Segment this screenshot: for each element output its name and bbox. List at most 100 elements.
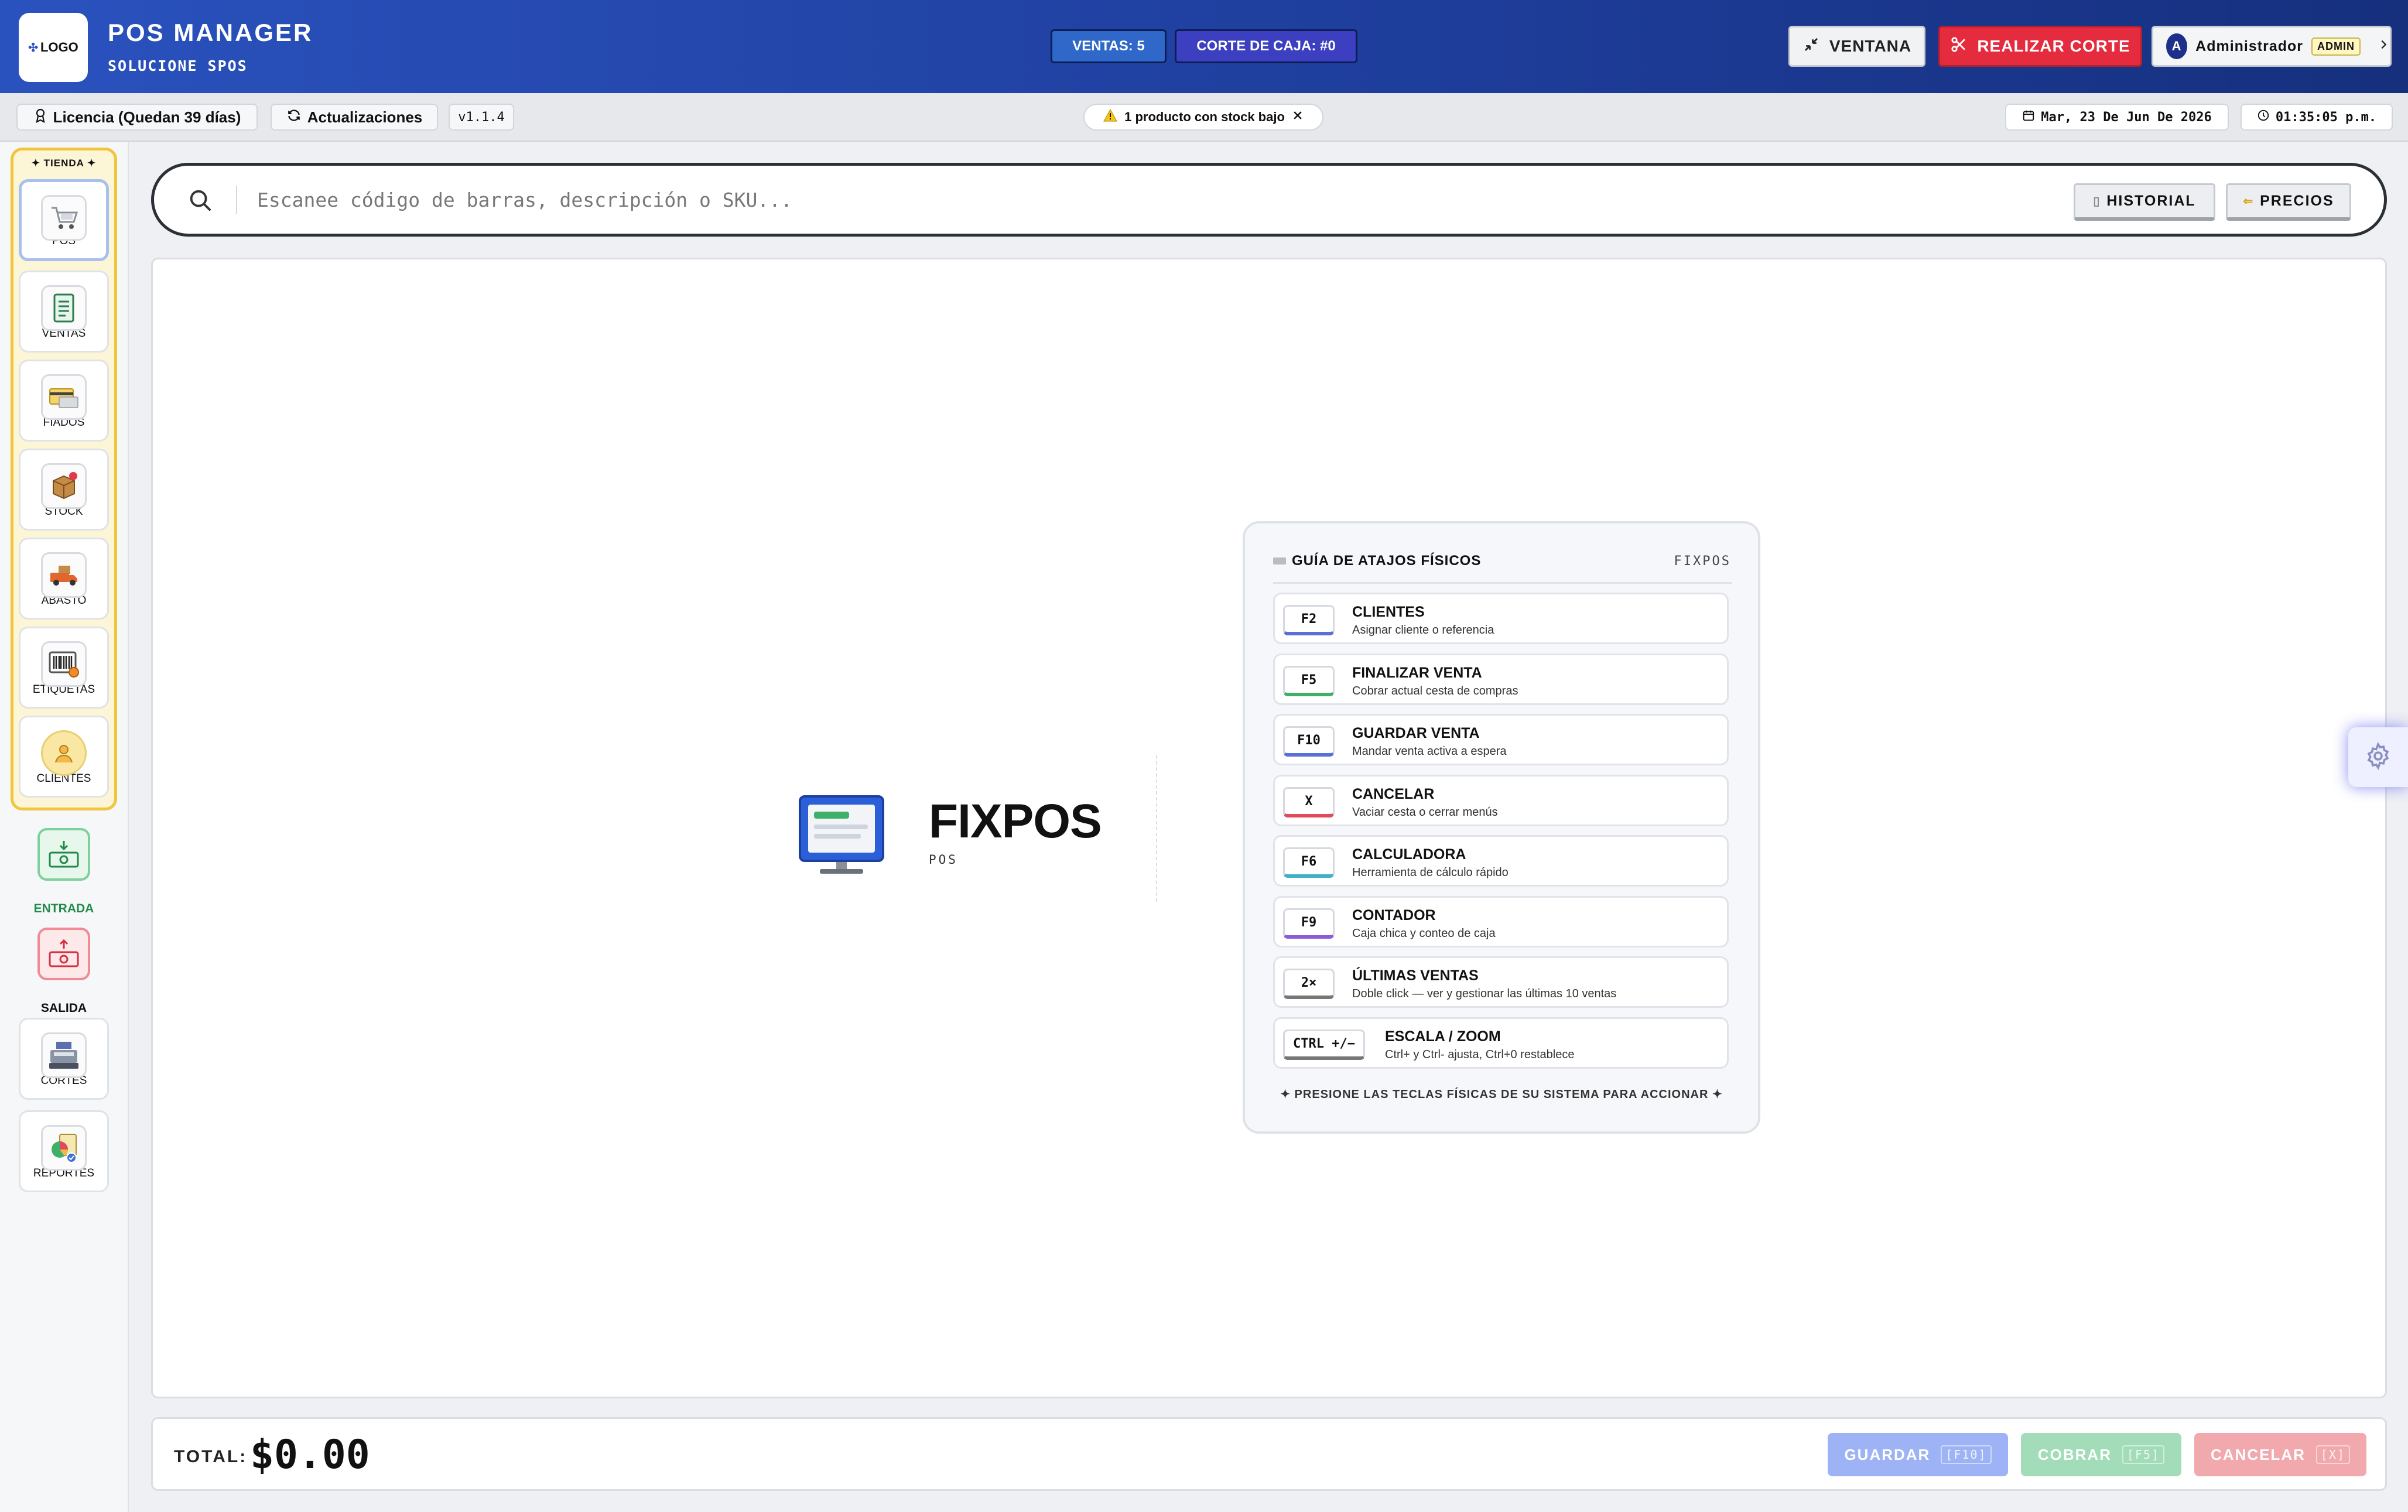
guardar-button[interactable]: GUARDAR [F10] <box>1828 1433 2008 1476</box>
shortcut-key: F10 <box>1283 726 1335 757</box>
search-input[interactable] <box>257 181 2014 218</box>
license-label: Licencia (Quedan 39 días) <box>53 108 241 126</box>
total-label: TOTAL: <box>174 1447 248 1466</box>
guide-title-text: GUÍA DE ATAJOS FÍSICOS <box>1292 553 1482 569</box>
cancelar-button[interactable]: CANCELAR [X] <box>2194 1433 2366 1476</box>
guide-title: GUÍA DE ATAJOS FÍSICOS <box>1273 553 1481 569</box>
updates-label: Actualizaciones <box>307 108 423 126</box>
shortcut-key: F5 <box>1283 665 1335 696</box>
user-name: Administrador <box>2195 37 2303 54</box>
avatar: A <box>2166 33 2188 59</box>
sidebar: ✦ TIENDA ✦ POS VENTAS FIADOS STOCK ABAST… <box>0 142 129 1512</box>
shortcut-row: F10 GUARDAR VENTA Mandar venta activa a es… <box>1273 714 1729 765</box>
shortcut-title: FINALIZAR VENTA <box>1352 664 1482 681</box>
historial-button[interactable]: ▯ HISTORIAL <box>2074 183 2215 221</box>
app-title: POS MANAGER <box>108 19 313 46</box>
shortcut-key: F2 <box>1283 605 1335 635</box>
cash-in-icon <box>37 828 90 881</box>
cancelar-shortcut: [X] <box>2315 1445 2350 1464</box>
shortcut-desc: Cobrar actual cesta de compras <box>1352 684 1518 697</box>
cash-out-icon <box>37 928 90 980</box>
brand-name: FIXPOS <box>929 795 1102 848</box>
date-text: Mar, 23 De Jun De 2026 <box>2041 110 2212 125</box>
sidebar-item-clientes[interactable]: CLIENTES <box>19 716 109 798</box>
collapse-arrows-icon <box>1802 36 1820 57</box>
shortcut-row: F6 CALCULADORA Herramienta de cálculo rápi… <box>1273 835 1729 887</box>
customers-icon <box>41 730 87 776</box>
calendar-icon <box>2022 109 2035 125</box>
shortcut-title: CANCELAR <box>1352 785 1435 802</box>
shortcut-title: CALCULADORA <box>1352 846 1466 863</box>
guardar-label: GUARDAR <box>1844 1445 1931 1463</box>
receipt-icon <box>41 285 87 331</box>
historial-label: HISTORIAL <box>2106 193 2196 209</box>
close-icon[interactable] <box>1292 110 1304 125</box>
award-icon <box>33 108 47 127</box>
guardar-shortcut: [F10] <box>1941 1445 1992 1464</box>
status-bar: Licencia (Quedan 39 días) Actualizacione… <box>0 93 2408 142</box>
shortcut-key: 2× <box>1283 969 1335 999</box>
sidebar-item-ventas[interactable]: VENTAS <box>19 271 109 353</box>
report-chart-icon <box>41 1125 87 1171</box>
date-chip: Mar, 23 De Jun De 2026 <box>2005 104 2229 131</box>
gear-icon <box>2364 741 2392 773</box>
checkout-footer: TOTAL: $0.00 GUARDAR [F10] COBRAR [F5] C… <box>151 1417 2387 1491</box>
brand-divider <box>1156 755 1157 902</box>
time-text: 01:35:05 p.m. <box>2275 110 2377 125</box>
guide-footer: ✦ PRESIONE LAS TECLAS FÍSICAS DE SU SIST… <box>1280 1088 1723 1101</box>
sidebar-item-etiquetas[interactable]: ETIQUETAS <box>19 627 109 709</box>
delivery-truck-icon <box>41 552 87 598</box>
window-mode-label: VENTANA <box>1829 37 1912 55</box>
shortcut-key: F6 <box>1283 847 1335 878</box>
shortcut-desc: Asignar cliente o referencia <box>1352 624 1494 637</box>
guide-divider <box>1273 582 1732 584</box>
sidebar-item-fiados[interactable]: FIADOS <box>19 360 109 442</box>
license-chip[interactable]: Licencia (Quedan 39 días) <box>16 104 258 131</box>
realizar-corte-label: REALIZAR CORTE <box>1977 37 2130 55</box>
cobrar-shortcut: [F5] <box>2122 1445 2165 1464</box>
settings-button[interactable] <box>2348 727 2408 787</box>
shortcut-guide: GUÍA DE ATAJOS FÍSICOS FIXPOS F2 CLIENTES… <box>1243 521 1760 1134</box>
credit-card-icon <box>41 374 87 420</box>
sidebar-item-pos[interactable]: POS <box>19 179 109 261</box>
sidebar-item-stock[interactable]: STOCK <box>19 449 109 531</box>
search-icon <box>187 187 214 217</box>
ventas-count-badge[interactable]: VENTAS: 5 <box>1051 29 1167 63</box>
shortcut-desc: Herramienta de cálculo rápido <box>1352 866 1509 879</box>
sidebar-item-reportes[interactable]: REPORTES <box>19 1110 109 1192</box>
guide-brand: FIXPOS <box>1674 554 1731 569</box>
low-stock-alert[interactable]: 1 producto con stock bajo <box>1083 104 1323 131</box>
sidebar-item-abasto[interactable]: ABASTO <box>19 538 109 620</box>
scissors-icon <box>1950 36 1968 57</box>
shortcut-title: GUARDAR VENTA <box>1352 725 1480 741</box>
updates-chip[interactable]: Actualizaciones <box>271 104 438 131</box>
shortcut-title: CLIENTES <box>1352 604 1425 620</box>
shortcut-row: F2 CLIENTES Asignar cliente o referencia <box>1273 593 1729 644</box>
history-doc-icon: ▯ <box>2093 195 2101 208</box>
warning-icon <box>1103 108 1117 125</box>
shortcut-row: F9 CONTADOR Caja chica y conteo de caja <box>1273 895 1729 947</box>
chevron-right-icon <box>2377 38 2390 55</box>
window-mode-button[interactable]: VENTANA <box>1788 26 1925 67</box>
logo-mark-icon: ✣ <box>28 41 38 54</box>
realizar-corte-button[interactable]: REALIZAR CORTE <box>1938 26 2142 67</box>
cash-out-button[interactable]: SALIDA <box>19 928 109 1015</box>
top-header: ✣ LOGO POS MANAGER SOLUCIONE SPOS VENTAS… <box>0 0 2408 93</box>
product-search-bar: ▯ HISTORIAL ⇐ PRECIOS <box>151 163 2387 237</box>
shortcut-row: F5 FINALIZAR VENTA Cobrar actual cesta de … <box>1273 653 1729 705</box>
box-icon <box>41 463 87 509</box>
shortcut-key: F9 <box>1283 908 1335 939</box>
user-menu-button[interactable]: A Administrador ADMIN <box>2152 26 2392 67</box>
role-badge: ADMIN <box>2311 37 2361 56</box>
shortcut-key: CTRL +/− <box>1283 1029 1365 1060</box>
sidebar-item-cortes[interactable]: CORTES <box>19 1018 109 1100</box>
precios-button[interactable]: ⇐ PRECIOS <box>2226 183 2351 221</box>
cobrar-button[interactable]: COBRAR [F5] <box>2021 1433 2181 1476</box>
cobrar-label: COBRAR <box>2037 1445 2112 1463</box>
corte-number-badge[interactable]: CORTE DE CAJA: #0 <box>1175 29 1357 63</box>
refresh-icon <box>286 108 302 127</box>
cash-in-button[interactable]: ENTRADA <box>19 828 109 916</box>
shortcut-desc: Caja chica y conteo de caja <box>1352 926 1496 940</box>
app-logo[interactable]: ✣ LOGO <box>19 13 88 82</box>
shortcut-desc: Vaciar cesta o cerrar menús <box>1352 805 1498 819</box>
